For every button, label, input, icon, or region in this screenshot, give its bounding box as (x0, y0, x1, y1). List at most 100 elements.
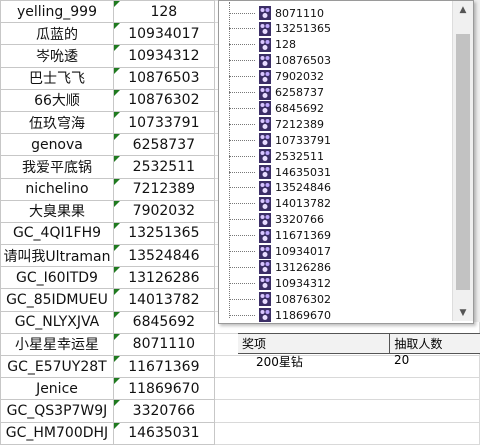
cell-username[interactable]: 瓜蓝的 (0, 22, 114, 46)
cell-user-id[interactable]: 11869670 (112, 377, 215, 401)
tree-connector (229, 123, 255, 125)
user-avatar-icon (259, 165, 271, 179)
user-avatar-icon (259, 196, 271, 211)
tree-connector (229, 314, 255, 316)
cell-user-id[interactable]: 11671369 (112, 354, 215, 379)
cell-user-id[interactable]: 10934312 (112, 44, 215, 68)
tree-connector (229, 60, 255, 62)
cell-empty[interactable] (213, 377, 480, 401)
draw-count[interactable]: 20 (390, 353, 409, 371)
cell-user-id[interactable]: 10876302 (112, 88, 215, 112)
window-edge (473, 0, 480, 322)
cell-user-id[interactable]: 13126286 (112, 266, 215, 290)
cell-user-id[interactable]: 6258737 (112, 133, 215, 157)
list-item-label: 11869670 (275, 308, 331, 322)
cell-username[interactable]: 大臭果果 (0, 199, 114, 223)
cell-user-id[interactable]: 3320766 (112, 399, 215, 423)
list-item[interactable]: 10934017 (229, 244, 331, 260)
winner-tree-list[interactable]: 8071110 13251365 128 10876503 7902032 6258737… (219, 2, 451, 323)
list-item[interactable]: 3320766 (229, 212, 324, 228)
cell-username[interactable]: GC_E57UY28T (0, 354, 114, 379)
list-item-label: 6845692 (275, 101, 324, 115)
cell-username[interactable]: 岑吮逶 (0, 44, 114, 68)
cell-username[interactable]: genova (0, 133, 114, 157)
cell-username[interactable]: 伍玖穹海 (0, 110, 114, 135)
list-item[interactable]: 6258737 (229, 85, 324, 101)
list-item[interactable]: 10876302 (229, 291, 331, 307)
cell-username[interactable]: Jenice (0, 377, 114, 401)
cell-username[interactable]: GC_85IDMUEU (0, 288, 114, 312)
cell-username[interactable]: 请叫我Ultraman (0, 244, 114, 268)
tree-connector (229, 92, 255, 93)
list-item-label: 10934017 (275, 245, 331, 258)
cell-user-id[interactable]: 10876503 (112, 66, 215, 90)
tree-connector (229, 235, 255, 237)
cell-user-id[interactable]: 14635031 (112, 421, 215, 445)
list-item-label: 6258737 (275, 86, 324, 99)
scroll-up-arrow-icon[interactable]: ▲ (453, 1, 473, 18)
cell-user-id[interactable]: 6845692 (112, 310, 215, 334)
cell-username[interactable]: GC_QS3P7W9J (0, 399, 114, 423)
list-item[interactable]: 13524846 (229, 180, 331, 196)
list-item[interactable]: 14635031 (229, 164, 331, 180)
cell-user-id[interactable]: 7212389 (112, 177, 215, 201)
header-prize[interactable]: 奖项 (238, 334, 391, 353)
cell-username[interactable]: yelling_999 (0, 0, 114, 24)
list-item[interactable]: 11869670 (229, 307, 331, 323)
vertical-scrollbar[interactable]: ▲ ▼ (452, 1, 473, 321)
cell-username[interactable]: 巴士飞飞 (0, 66, 114, 90)
cell-username[interactable]: GC_I60ITD9 (0, 266, 114, 290)
cell-user-id[interactable]: 2532511 (112, 155, 215, 179)
prize-name[interactable]: 200星钻 (238, 353, 390, 371)
tree-connector (229, 219, 255, 221)
tree-connector (229, 266, 255, 268)
list-item[interactable]: 11671369 (229, 228, 331, 244)
list-item-label: 13126286 (275, 260, 331, 274)
list-item-label: 3320766 (275, 213, 324, 227)
cell-user-id[interactable]: 13524846 (112, 244, 215, 268)
cell-user-id[interactable]: 128 (112, 0, 215, 24)
user-avatar-icon (259, 85, 271, 100)
list-item[interactable]: 13126286 (229, 259, 331, 275)
cell-username[interactable]: nichelino (0, 177, 114, 201)
list-item-label: 10876302 (275, 292, 331, 306)
list-item[interactable]: 10733791 (229, 132, 331, 148)
cell-user-id[interactable]: 10934017 (112, 22, 215, 46)
cell-username[interactable]: 66大顺 (0, 88, 114, 112)
list-item[interactable]: 14013782 (229, 196, 331, 212)
tree-connector (229, 203, 255, 205)
tree-connector (229, 76, 255, 78)
list-item-label: 10733791 (275, 133, 331, 147)
list-item[interactable]: 10876503 (229, 53, 331, 69)
list-item[interactable]: 8071110 (229, 5, 324, 21)
cell-username[interactable]: GC_4QI1FH9 (0, 221, 114, 246)
cell-empty[interactable] (213, 399, 480, 423)
cell-username[interactable]: 小星星幸运星 (0, 332, 114, 357)
list-item[interactable]: 2532511 (229, 148, 324, 164)
list-item[interactable]: 128 (229, 37, 296, 53)
cell-username[interactable]: 我爱平底锅 (0, 155, 114, 179)
list-item[interactable]: 7212389 (229, 116, 324, 132)
cell-user-id[interactable]: 10733791 (112, 110, 215, 135)
cell-empty[interactable] (213, 421, 480, 445)
tree-connector (229, 171, 255, 173)
list-item[interactable]: 7902032 (229, 69, 324, 85)
header-draw-count[interactable]: 抽取人数 (390, 334, 480, 353)
list-item[interactable]: 13251365 (229, 21, 331, 37)
cell-username[interactable]: GC_HM700DHJ (0, 421, 114, 445)
scroll-thumb[interactable] (456, 34, 470, 290)
user-avatar-icon (259, 180, 271, 195)
cell-username[interactable]: GC_NLYXJVA (0, 310, 114, 334)
list-item[interactable]: 10934312 (229, 275, 331, 291)
cell-user-id[interactable]: 14013782 (112, 288, 215, 312)
cell-user-id[interactable]: 7902032 (112, 199, 215, 223)
user-avatar-icon (259, 21, 271, 36)
scroll-down-arrow-icon[interactable]: ▼ (453, 304, 473, 321)
list-item[interactable]: 6845692 (229, 100, 324, 116)
cell-user-id[interactable]: 8071110 (112, 332, 215, 357)
tree-connector (229, 107, 255, 109)
list-item-label: 13524846 (275, 181, 331, 195)
prize-table-header: 奖项 抽取人数 (238, 333, 480, 354)
user-avatar-icon (259, 292, 271, 307)
cell-user-id[interactable]: 13251365 (112, 221, 215, 246)
